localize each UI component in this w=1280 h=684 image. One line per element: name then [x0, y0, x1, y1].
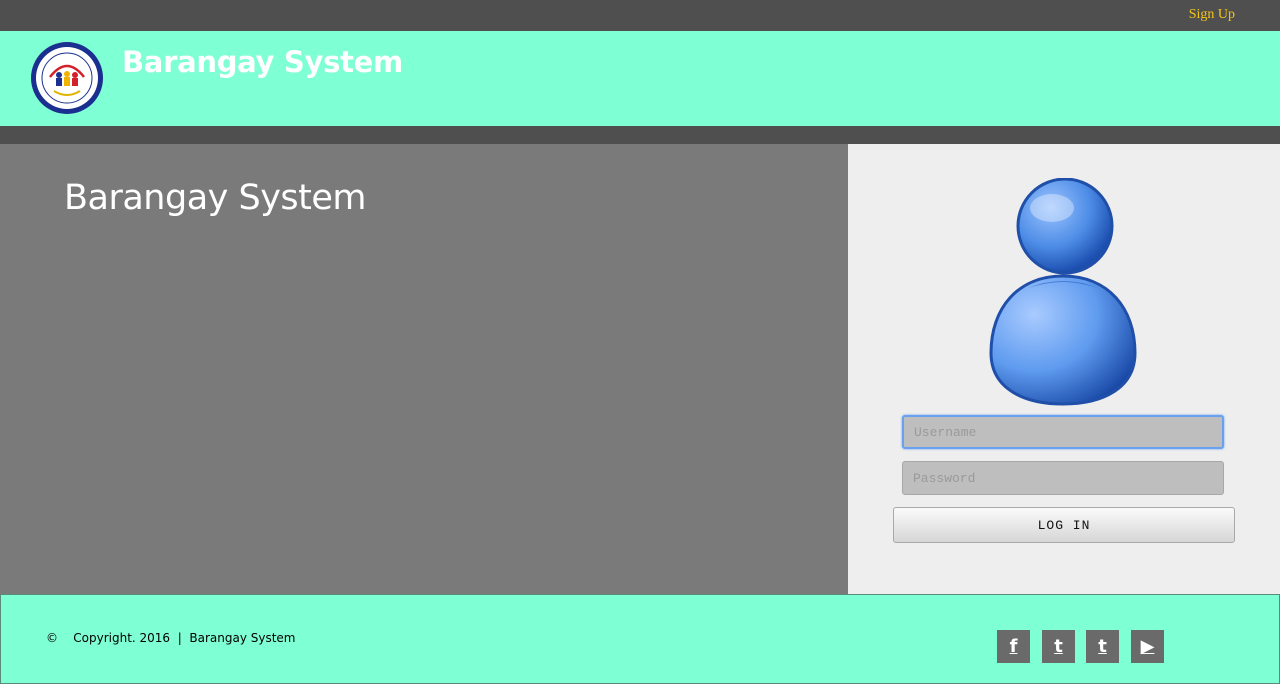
youtube-icon[interactable]: ▶	[1131, 630, 1164, 663]
facebook-icon[interactable]: f	[997, 630, 1030, 663]
password-field[interactable]	[902, 461, 1224, 495]
panel-title: Barangay System	[64, 178, 367, 218]
copyright-symbol: ©	[46, 631, 58, 645]
top-bar: Sign Up	[0, 0, 1280, 31]
signup-link[interactable]: Sign Up	[1189, 7, 1235, 23]
copyright-label: Copyright. 2016 | Barangay System	[73, 631, 296, 645]
twitter-icon[interactable]: t	[1042, 630, 1075, 663]
user-avatar-icon	[988, 177, 1138, 408]
username-field[interactable]	[902, 415, 1224, 449]
tumblr-icon[interactable]: t	[1086, 630, 1119, 663]
brand-title: Barangay System	[122, 45, 403, 79]
login-panel: LOG IN	[848, 144, 1280, 594]
copyright-text: © Copyright. 2016 | Barangay System	[46, 631, 295, 645]
left-panel: Barangay System	[0, 144, 848, 594]
footer: © Copyright. 2016 | Barangay System f t …	[0, 594, 1280, 684]
sub-bar	[0, 126, 1280, 144]
header: Barangay System	[0, 31, 1280, 126]
barangay-seal-icon	[30, 41, 104, 115]
login-button[interactable]: LOG IN	[893, 507, 1235, 543]
